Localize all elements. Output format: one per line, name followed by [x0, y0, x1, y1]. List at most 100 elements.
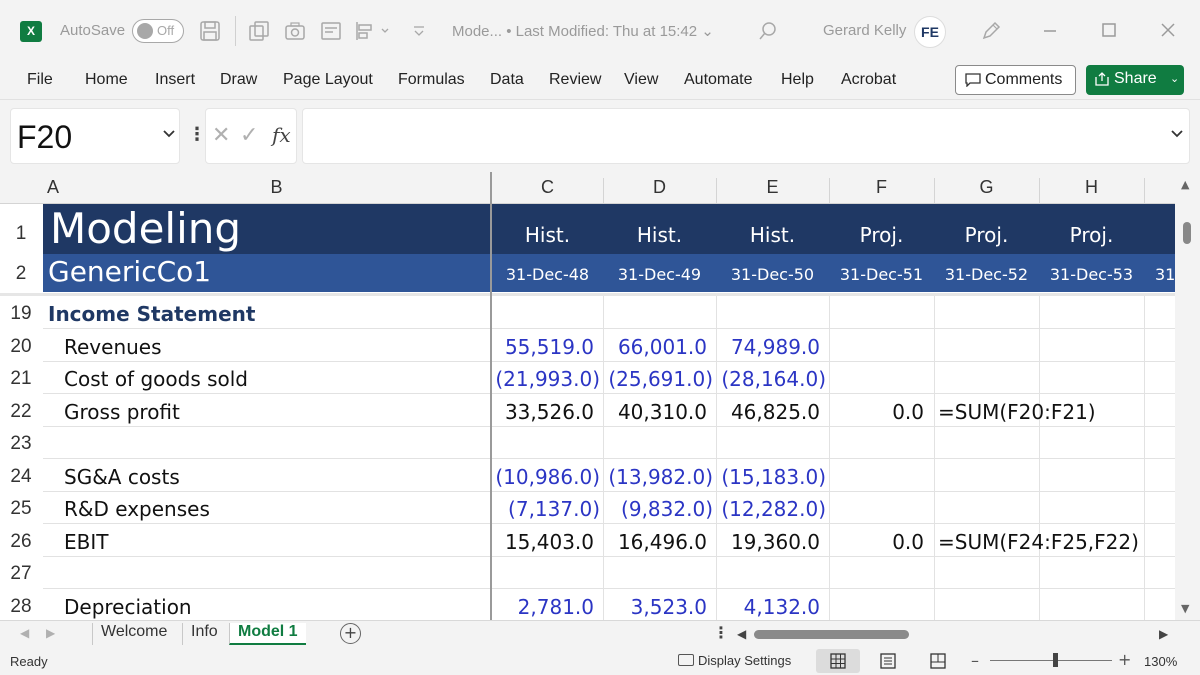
share-button[interactable]: Share ⌄ [1086, 65, 1184, 95]
period-type-c[interactable]: Hist. [492, 223, 603, 247]
tab-page-layout[interactable]: Page Layout [283, 71, 373, 89]
enter-icon[interactable]: ✓ [240, 123, 258, 148]
row-header-22[interactable]: 22 [0, 401, 42, 423]
name-box[interactable]: F20 [10, 108, 180, 164]
cell-e26[interactable]: 19,360.0 [731, 530, 820, 554]
zoom-out-button[interactable]: – [971, 651, 979, 670]
tab-formulas[interactable]: Formulas [398, 71, 465, 89]
customize-toolbar-icon[interactable] [408, 20, 430, 42]
more-options-icon[interactable]: ⋮ [713, 623, 729, 642]
sheet-tab-welcome[interactable]: Welcome [92, 623, 175, 645]
tab-acrobat[interactable]: Acrobat [841, 71, 896, 89]
cell-d25[interactable]: (9,832.0) [621, 497, 713, 521]
sheet-tab-model-1[interactable]: Model 1 [229, 623, 306, 645]
add-sheet-button[interactable]: + [340, 623, 361, 644]
cell-d22[interactable]: 40,310.0 [618, 400, 707, 424]
align-dropdown-icon[interactable] [354, 20, 394, 42]
user-name[interactable]: Gerard Kelly [823, 22, 906, 39]
sheet-tab-info[interactable]: Info [182, 623, 226, 645]
display-settings-button[interactable]: Display Settings [678, 653, 791, 668]
worksheet-grid[interactable]: A B C D E F G H Modeling GenericCo1 1 2 … [0, 172, 1200, 620]
column-header-a[interactable]: A [43, 177, 63, 198]
column-header-h[interactable]: H [1039, 177, 1144, 198]
row-header-20[interactable]: 20 [0, 336, 42, 358]
cell-c20[interactable]: 55,519.0 [505, 335, 594, 359]
minimize-icon[interactable] [1038, 18, 1062, 42]
row-header-27[interactable]: 27 [0, 563, 42, 585]
tab-home[interactable]: Home [85, 71, 128, 89]
row-header-2[interactable]: 2 [0, 263, 42, 285]
period-type-f[interactable]: Proj. [829, 223, 934, 247]
cell-e25[interactable]: (12,282.0) [721, 497, 826, 521]
model-title[interactable]: Modeling [50, 204, 241, 253]
zoom-slider-thumb[interactable] [1053, 653, 1058, 667]
period-date-f[interactable]: 31-Dec-51 [829, 265, 934, 284]
vertical-scrollbar[interactable]: ▲ ▼ [1175, 172, 1200, 620]
print-preview-icon[interactable] [320, 20, 342, 42]
cell-d20[interactable]: 66,001.0 [618, 335, 707, 359]
row-header-21[interactable]: 21 [0, 368, 42, 390]
zoom-slider[interactable] [990, 660, 1112, 661]
tab-help[interactable]: Help [781, 71, 814, 89]
cell-f22[interactable]: 0.0 [892, 400, 924, 424]
period-date-e[interactable]: 31-Dec-50 [716, 265, 829, 284]
document-title[interactable]: Mode... • Last Modified: Thu at 15:42 ⌄ [452, 22, 714, 40]
period-date-h[interactable]: 31-Dec-53 [1039, 265, 1144, 284]
cell-g22-formula[interactable]: =SUM(F20:F21) [938, 400, 1096, 424]
cell-d24[interactable]: (13,982.0) [608, 465, 713, 489]
label-depreciation[interactable]: Depreciation [64, 595, 192, 619]
zoom-in-button[interactable]: + [1118, 650, 1131, 669]
tab-file[interactable]: File [27, 71, 53, 89]
page-layout-view-button[interactable] [866, 649, 910, 673]
label-gross-profit[interactable]: Gross profit [64, 400, 180, 424]
column-header-g[interactable]: G [934, 177, 1039, 198]
cell-e20[interactable]: 74,989.0 [731, 335, 820, 359]
more-options-icon[interactable]: ⋮ [188, 124, 206, 145]
cell-g26-formula[interactable]: =SUM(F24:F25,F22) [938, 530, 1139, 554]
expand-formula-icon[interactable] [1171, 127, 1183, 142]
cell-e21[interactable]: (28,164.0) [721, 367, 826, 391]
label-rd-expenses[interactable]: R&D expenses [64, 497, 210, 521]
column-header-b[interactable]: B [63, 177, 490, 198]
row-header-1[interactable]: 1 [0, 223, 42, 245]
label-revenues[interactable]: Revenues [64, 335, 162, 359]
cell-c24[interactable]: (10,986.0) [495, 465, 600, 489]
tab-data[interactable]: Data [490, 71, 524, 89]
tab-review[interactable]: Review [549, 71, 601, 89]
cell-e28[interactable]: 4,132.0 [744, 595, 820, 619]
cell-e24[interactable]: (15,183.0) [721, 465, 826, 489]
insert-function-icon[interactable]: fx [272, 123, 291, 147]
period-date-g[interactable]: 31-Dec-52 [934, 265, 1039, 284]
period-type-d[interactable]: Hist. [603, 223, 716, 247]
comments-button[interactable]: Comments [955, 65, 1076, 95]
cancel-icon[interactable]: ✕ [212, 123, 230, 148]
scroll-left-icon[interactable]: ◀ [737, 627, 746, 641]
prev-sheet-icon[interactable]: ◀ [20, 626, 29, 640]
next-sheet-icon[interactable]: ▶ [46, 626, 55, 640]
maximize-icon[interactable] [1097, 18, 1121, 42]
cell-c26[interactable]: 15,403.0 [505, 530, 594, 554]
normal-view-button[interactable] [816, 649, 860, 673]
cell-d21[interactable]: (25,691.0) [608, 367, 713, 391]
section-income-statement[interactable]: Income Statement [48, 302, 255, 326]
autosave-toggle[interactable]: Off [132, 19, 184, 43]
cell-f26[interactable]: 0.0 [892, 530, 924, 554]
camera-icon[interactable] [284, 20, 306, 42]
tab-draw[interactable]: Draw [220, 71, 257, 89]
chevron-down-icon[interactable]: ⌄ [1170, 72, 1179, 85]
chevron-down-icon[interactable] [163, 127, 175, 142]
user-avatar[interactable]: FE [914, 16, 946, 48]
tab-insert[interactable]: Insert [155, 71, 195, 89]
cell-d28[interactable]: 3,523.0 [631, 595, 707, 619]
row-header-26[interactable]: 26 [0, 531, 42, 553]
period-type-g[interactable]: Proj. [934, 223, 1039, 247]
column-header-e[interactable]: E [716, 177, 829, 198]
horizontal-scroll-thumb[interactable] [754, 630, 909, 639]
vertical-scroll-thumb[interactable] [1183, 222, 1191, 244]
cell-d26[interactable]: 16,496.0 [618, 530, 707, 554]
scroll-up-icon[interactable]: ▲ [1181, 178, 1189, 191]
row-header-25[interactable]: 25 [0, 498, 42, 520]
cell-c22[interactable]: 33,526.0 [505, 400, 594, 424]
company-name[interactable]: GenericCo1 [48, 255, 211, 288]
row-header-23[interactable]: 23 [0, 433, 42, 455]
